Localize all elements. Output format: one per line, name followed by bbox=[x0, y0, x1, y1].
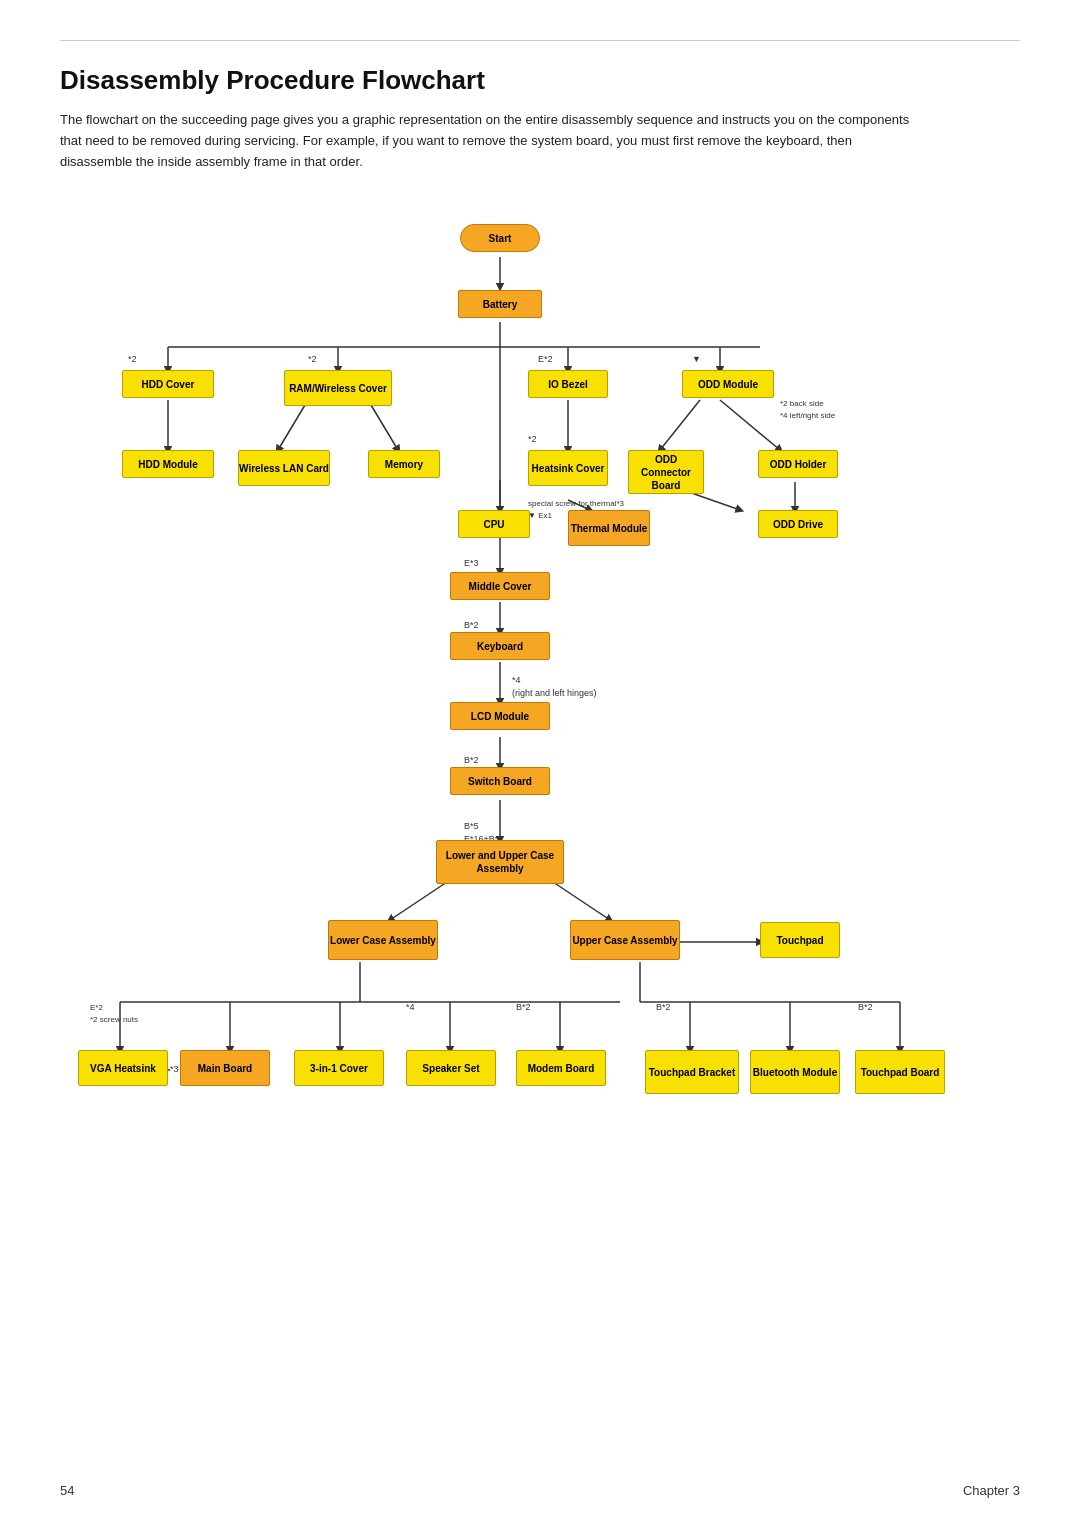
switch-board-screw-label: B*2 bbox=[464, 755, 479, 765]
upper-case-assembly-box: Upper Case Assembly bbox=[570, 920, 680, 960]
flowchart: Start Battery HDD Cover *2 RAM/Wireless … bbox=[60, 202, 1020, 1302]
cpu-box: CPU bbox=[458, 510, 530, 538]
bluetooth-module-box: Bluetooth Module bbox=[750, 1050, 840, 1094]
keyboard-box: Keyboard bbox=[450, 632, 550, 660]
touchpad-board-box: Touchpad Board bbox=[855, 1050, 945, 1094]
lower-case-assembly-box: Lower Case Assembly bbox=[328, 920, 438, 960]
lcd-module-box: LCD Module bbox=[450, 702, 550, 730]
main-board-box: Main Board bbox=[180, 1050, 270, 1086]
hdd-cover-box: HDD Cover bbox=[122, 370, 214, 398]
vga-e2-label: E*2*2 screw nuts bbox=[90, 1002, 138, 1024]
heatsink-screw-label: *2 bbox=[528, 434, 537, 444]
touchpad-board-b2-label: B*2 bbox=[858, 1002, 873, 1012]
thermal-module-box: Thermal Module bbox=[568, 510, 650, 546]
memory-box: Memory bbox=[368, 450, 440, 478]
odd-module-note-label: *2 back side*4 left/right side bbox=[780, 398, 835, 420]
footer: 54 Chapter 3 bbox=[60, 1483, 1020, 1498]
ram-wireless-screw-label: *2 bbox=[308, 354, 317, 364]
odd-drive-box: ODD Drive bbox=[758, 510, 838, 538]
start-box: Start bbox=[460, 224, 540, 252]
page-title: Disassembly Procedure Flowchart bbox=[60, 65, 1020, 96]
odd-holder-box: ODD Holder bbox=[758, 450, 838, 478]
hdd-cover-screw-label: *2 bbox=[128, 354, 137, 364]
lower-upper-case-box: Lower and Upper Case Assembly bbox=[436, 840, 564, 884]
speaker-set-star4-label: *4 bbox=[406, 1002, 415, 1012]
touchpad-box: Touchpad bbox=[760, 922, 840, 958]
middle-cover-box: Middle Cover bbox=[450, 572, 550, 600]
footer-page-number: 54 bbox=[60, 1483, 74, 1498]
io-bezel-box: IO Bezel bbox=[528, 370, 608, 398]
speaker-set-box: Speaker Set bbox=[406, 1050, 496, 1086]
vga-heatsink-box: VGA Heatsink bbox=[78, 1050, 168, 1086]
modem-board-b2-label: B*2 bbox=[516, 1002, 531, 1012]
svg-line-8 bbox=[278, 400, 308, 450]
ram-wireless-box: RAM/Wireless Cover bbox=[284, 370, 392, 406]
odd-module-screw-label: ▼ bbox=[692, 354, 701, 364]
keyboard-screw-label: B*2 bbox=[464, 620, 479, 630]
svg-line-11 bbox=[720, 400, 780, 450]
svg-line-24 bbox=[550, 880, 610, 920]
modem-board-box: Modem Board bbox=[516, 1050, 606, 1086]
touchpad-bracket-box: Touchpad Bracket bbox=[645, 1050, 739, 1094]
middle-cover-screw-label: E*3 bbox=[464, 558, 479, 568]
touchpad-bracket-b2-label: B*2 bbox=[656, 1002, 671, 1012]
heatsink-cover-box: Heatsink Cover bbox=[528, 450, 608, 486]
io-bezel-screw-label: E*2 bbox=[538, 354, 553, 364]
vga-star3-label: *3 bbox=[170, 1064, 179, 1074]
top-divider bbox=[60, 40, 1020, 41]
switch-board-box: Switch Board bbox=[450, 767, 550, 795]
footer-chapter: Chapter 3 bbox=[963, 1483, 1020, 1498]
intro-text: The flowchart on the succeeding page giv… bbox=[60, 110, 920, 172]
three-in-one-cover-box: 3-in-1 Cover bbox=[294, 1050, 384, 1086]
odd-module-box: ODD Module bbox=[682, 370, 774, 398]
svg-line-12 bbox=[660, 400, 700, 450]
odd-connector-board-box: ODD Connector Board bbox=[628, 450, 704, 494]
svg-line-23 bbox=[390, 880, 450, 920]
svg-line-9 bbox=[368, 400, 398, 450]
battery-box: Battery bbox=[458, 290, 542, 318]
hdd-module-box: HDD Module bbox=[122, 450, 214, 478]
lcd-hinge-note-label: *4(right and left hinges) bbox=[512, 674, 597, 699]
wireless-lan-box: Wireless LAN Card bbox=[238, 450, 330, 486]
